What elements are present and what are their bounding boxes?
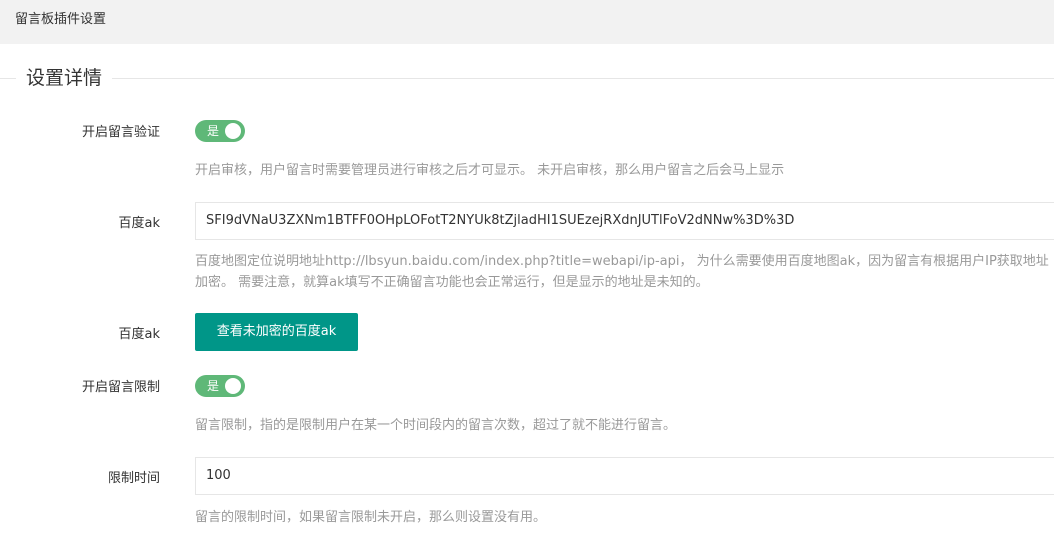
limit-time-label: 限制时间 [107, 471, 160, 486]
verify-toggle[interactable]: 是 [195, 120, 245, 142]
view-unencrypted-ak-button[interactable]: 查看未加密的百度ak [195, 313, 358, 351]
baidu-ak-label: 百度ak [118, 216, 161, 231]
limit-toggle-text: 是 [207, 379, 220, 393]
limit-help: 留言限制，指的是限制用户在某一个时间段内的留言次数，超过了就不能进行留言。 [195, 418, 677, 433]
section-divider [0, 78, 1054, 79]
page-header: 留言板插件设置 [0, 0, 1054, 44]
baidu-ak-view-label: 百度ak [118, 327, 161, 342]
baidu-ak-help-line1: 百度地图定位说明地址http://lbsyun.baidu.com/index.… [195, 254, 1049, 269]
page-title: 留言板插件设置 [15, 12, 107, 27]
limit-time-help: 留言的限制时间，如果留言限制未开启，那么则设置没有用。 [195, 510, 547, 525]
limit-toggle[interactable]: 是 [195, 375, 245, 397]
toggle-knob [225, 378, 241, 394]
limit-label: 开启留言限制 [81, 380, 160, 395]
verify-help: 开启审核，用户留言时需要管理员进行审核之后才可显示。 未开启审核，那么用户留言之… [195, 163, 785, 178]
toggle-knob [225, 123, 241, 139]
baidu-ak-input[interactable]: SFI9dVNaU3ZXNm1BTFF0OHpLOFotT2NYUk8tZjla… [195, 202, 1054, 240]
limit-time-input[interactable]: 100 [195, 457, 1054, 495]
verify-toggle-text: 是 [207, 124, 220, 138]
section-legend: 设置详情 [16, 64, 113, 92]
baidu-ak-help-line2: 加密。 需要注意，就算ak填写不正确留言功能也会正常运行，但是显示的地址是未知的… [195, 275, 709, 290]
verify-label: 开启留言验证 [81, 125, 160, 140]
